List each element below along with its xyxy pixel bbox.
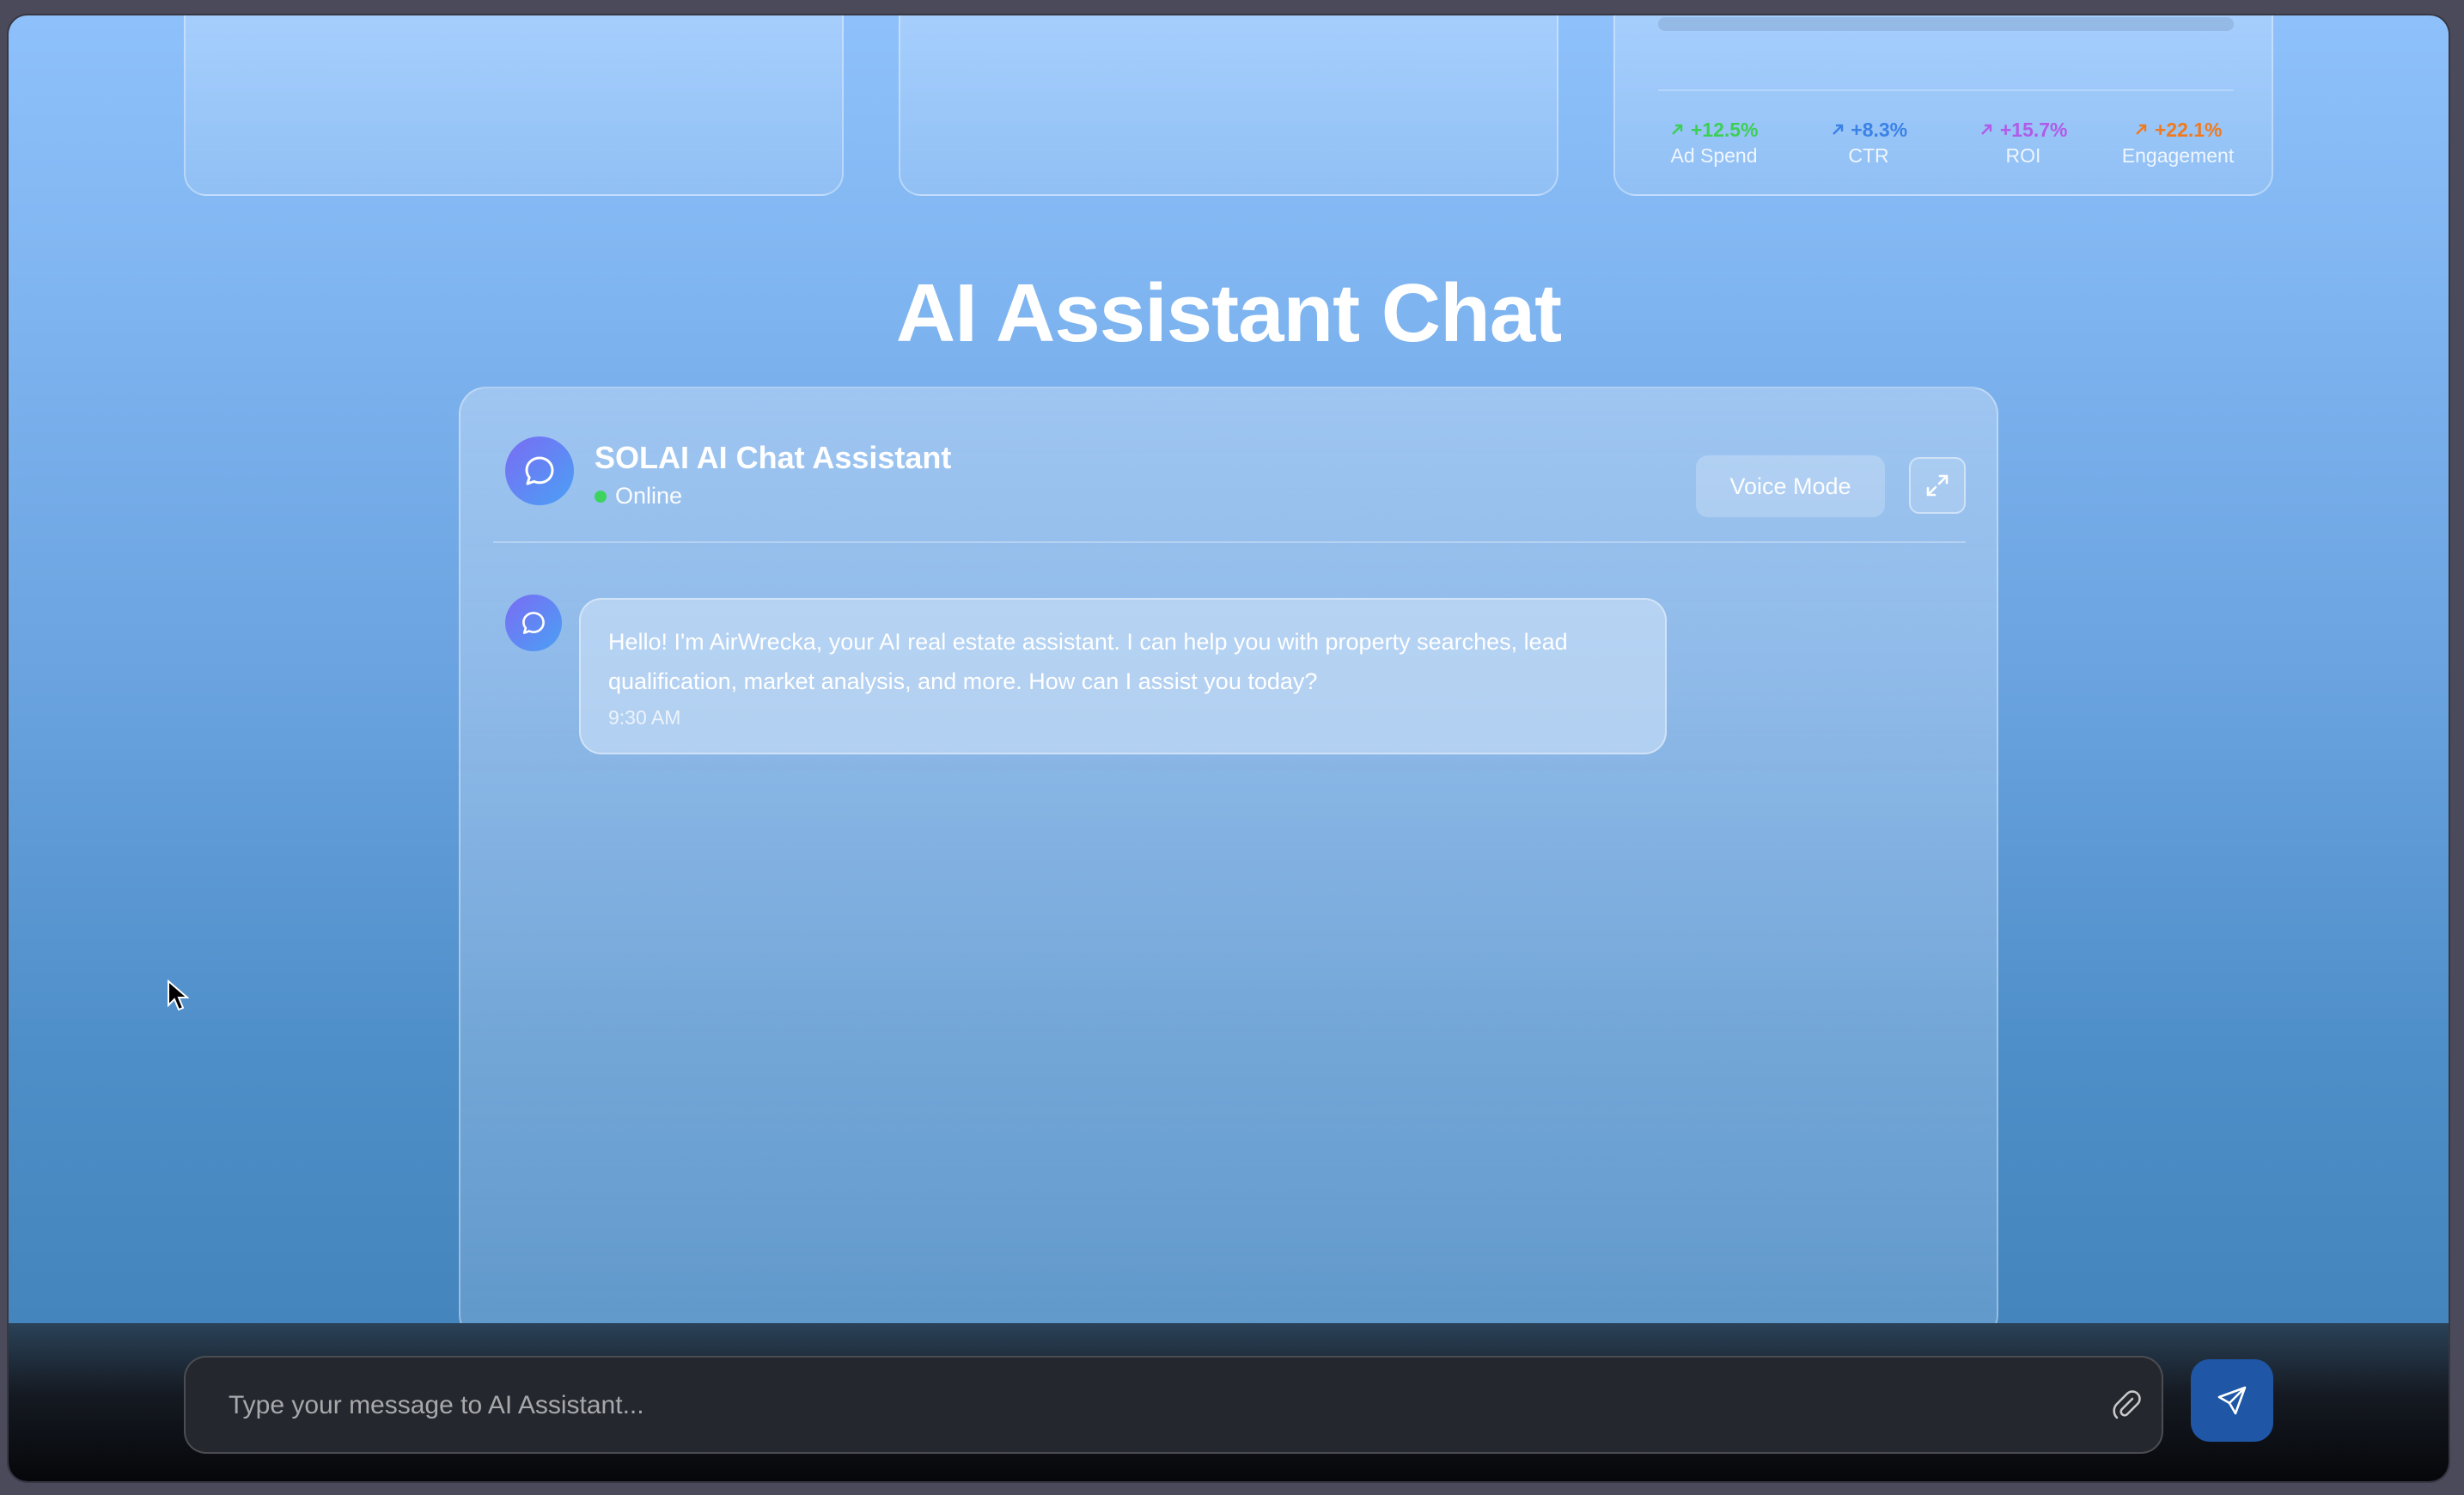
metric-label: ROI bbox=[2005, 144, 2041, 167]
metric-engagement: +22.1% Engagement bbox=[2105, 117, 2251, 168]
metric-value-text: +8.3% bbox=[1851, 119, 1908, 141]
progress-bar bbox=[1658, 17, 2234, 31]
performance-card: +12.5% Ad Spend +8.3% CTR +15.7% ROI +22… bbox=[1613, 15, 2273, 196]
chat-bubble-icon bbox=[525, 456, 554, 485]
paperclip-icon bbox=[2113, 1390, 2141, 1419]
card-divider bbox=[1658, 89, 2234, 91]
chat-header: SOLAI AI Chat Assistant Online Voice Mod… bbox=[493, 388, 1966, 543]
metric-value: +22.1% bbox=[2105, 117, 2251, 143]
arrow-up-right-icon bbox=[1672, 124, 1683, 135]
metric-ctr: +8.3% CTR bbox=[1796, 117, 1942, 168]
metric-value: +15.7% bbox=[1950, 117, 2096, 143]
online-dot bbox=[595, 490, 607, 503]
metric-label: Engagement bbox=[2121, 144, 2235, 167]
message-input-container bbox=[184, 1356, 2163, 1454]
status-text: Online bbox=[615, 483, 683, 509]
message-avatar bbox=[505, 595, 562, 651]
voice-mode-button[interactable]: Voice Mode bbox=[1696, 455, 1885, 517]
message-text: Hello! I'm AirWrecka, your AI real estat… bbox=[608, 629, 1568, 694]
send-icon bbox=[2217, 1386, 2247, 1415]
mouse-cursor-icon bbox=[168, 979, 189, 1011]
metric-label: CTR bbox=[1848, 144, 1889, 167]
metric-label: Ad Spend bbox=[1670, 144, 1758, 167]
chat-bubble-icon bbox=[522, 612, 545, 634]
send-button[interactable] bbox=[2191, 1359, 2273, 1442]
composer-bar bbox=[9, 1323, 2449, 1481]
attach-button[interactable] bbox=[2105, 1383, 2148, 1426]
metric-value-text: +12.5% bbox=[1690, 119, 1759, 141]
message-input[interactable] bbox=[227, 1358, 2052, 1454]
message-timestamp: 9:30 AM bbox=[608, 706, 681, 729]
chat-panel: SOLAI AI Chat Assistant Online Voice Mod… bbox=[459, 387, 1998, 1342]
arrow-up-right-icon bbox=[2136, 124, 2147, 135]
arrow-up-right-icon bbox=[1981, 124, 1992, 135]
metric-roi: +15.7% ROI bbox=[1950, 117, 2096, 168]
arrow-up-right-icon bbox=[1833, 124, 1844, 135]
app-window: +12.5% Ad Spend +8.3% CTR +15.7% ROI +22… bbox=[9, 15, 2449, 1481]
assistant-message: Hello! I'm AirWrecka, your AI real estat… bbox=[579, 598, 1667, 754]
assistant-name: SOLAI AI Chat Assistant bbox=[595, 440, 952, 475]
stats-card-1 bbox=[184, 15, 844, 196]
metrics-list: +12.5% Ad Spend +8.3% CTR +15.7% ROI +22… bbox=[1641, 117, 2251, 168]
expand-button[interactable] bbox=[1909, 457, 1966, 514]
page-title: AI Assistant Chat bbox=[895, 267, 1562, 359]
metric-value-text: +15.7% bbox=[1999, 119, 2068, 141]
metric-value: +12.5% bbox=[1641, 117, 1787, 143]
stats-card-2 bbox=[899, 15, 1558, 196]
metric-ad-spend: +12.5% Ad Spend bbox=[1641, 117, 1787, 168]
metric-value-text: +22.1% bbox=[2154, 119, 2223, 141]
metric-value: +8.3% bbox=[1796, 117, 1942, 143]
status-indicator: Online bbox=[595, 483, 682, 510]
expand-icon bbox=[1926, 474, 1949, 497]
top-cards-row: +12.5% Ad Spend +8.3% CTR +15.7% ROI +22… bbox=[9, 15, 2449, 210]
assistant-avatar bbox=[505, 436, 574, 505]
